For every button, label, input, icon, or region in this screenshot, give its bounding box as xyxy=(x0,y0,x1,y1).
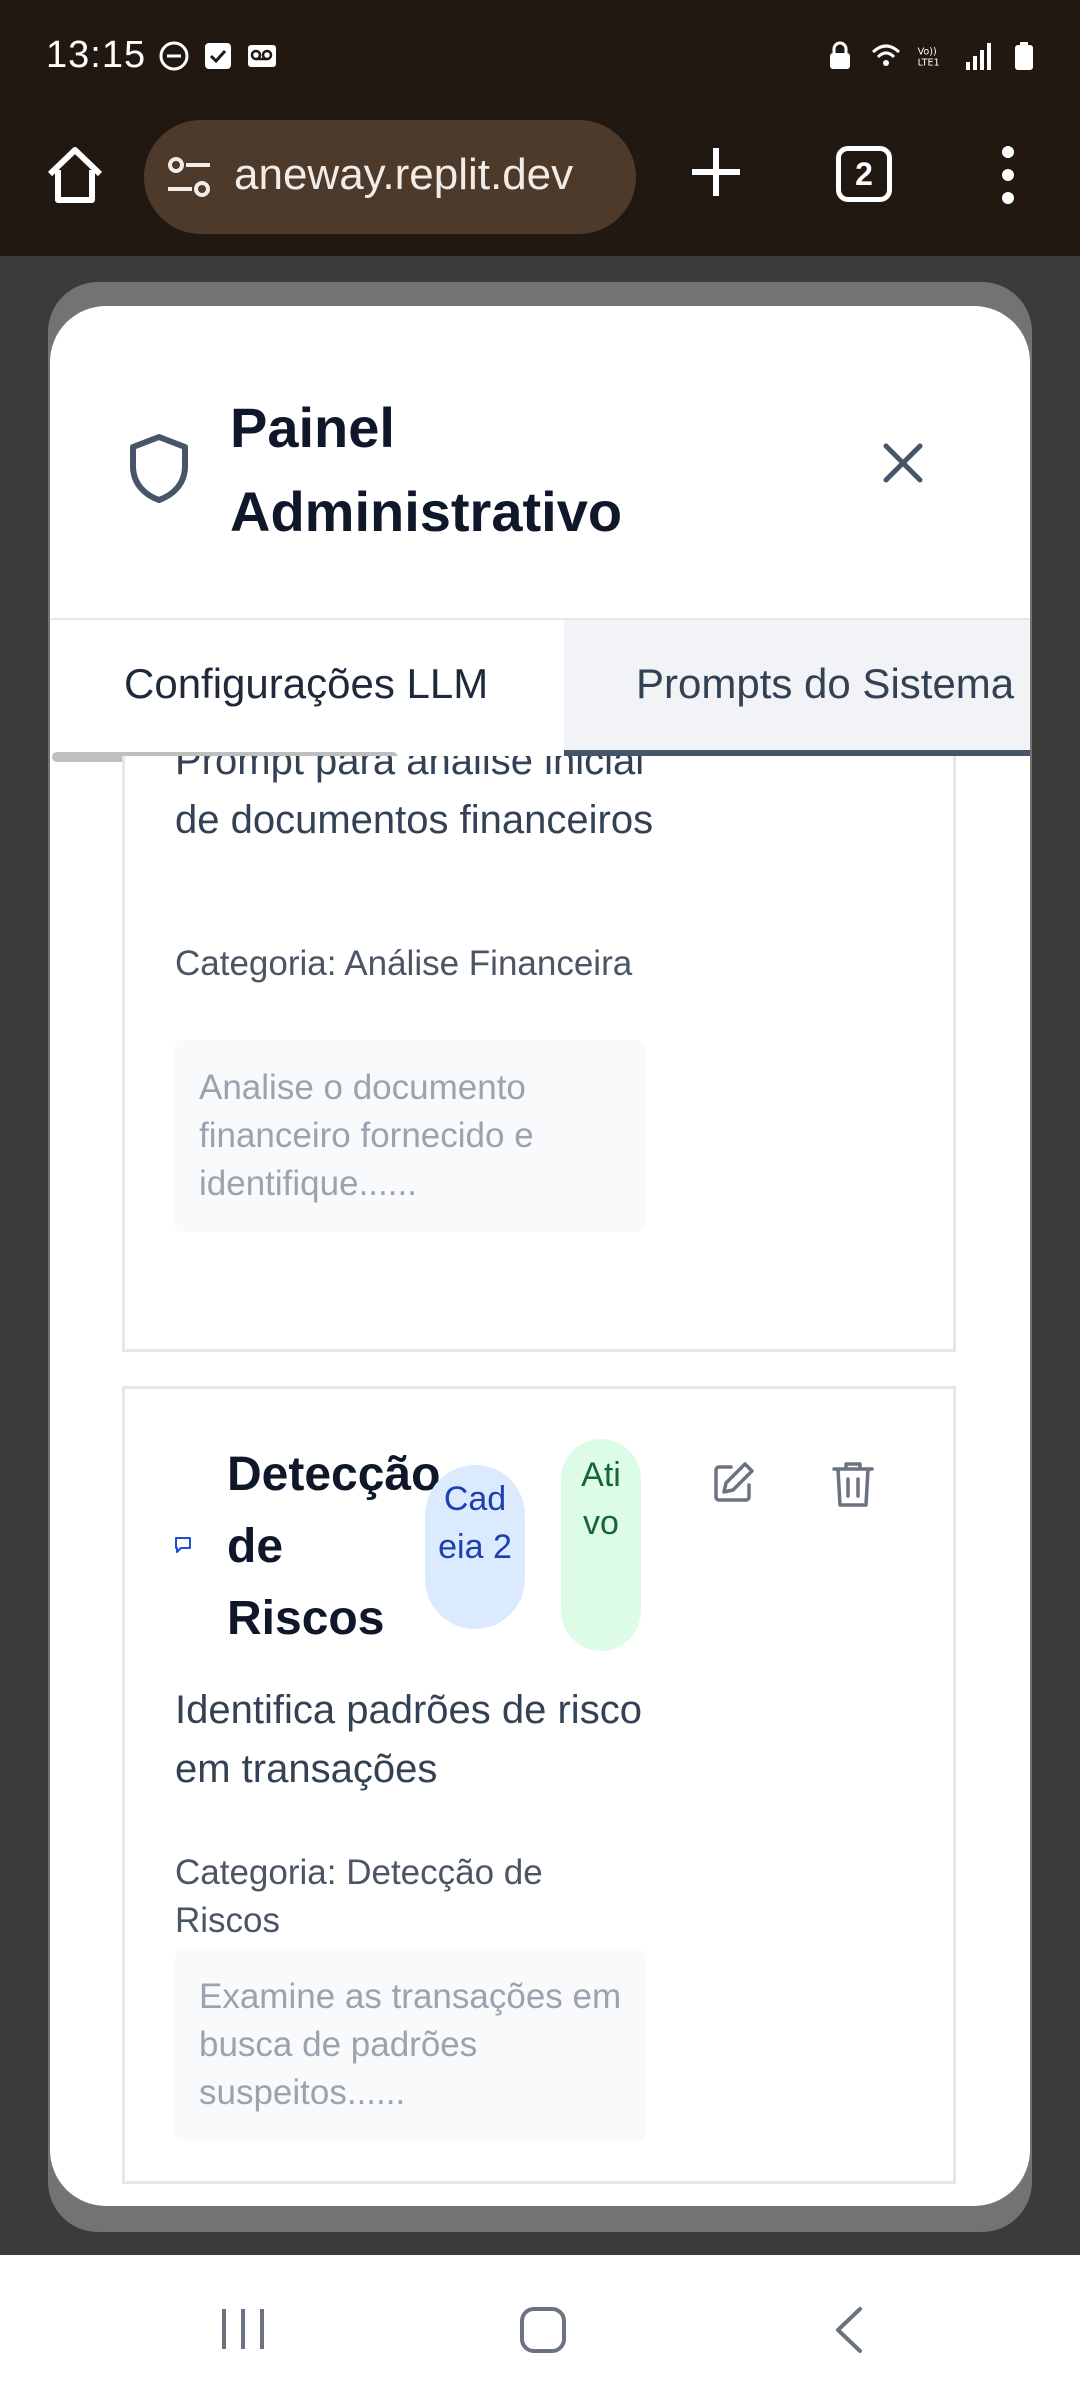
svg-text:LTE1: LTE1 xyxy=(918,58,940,69)
status-time: 13:15 xyxy=(46,34,147,76)
modal-header: Painel Administrativo xyxy=(50,306,1030,618)
home-icon[interactable] xyxy=(40,140,110,210)
home-nav-icon[interactable] xyxy=(518,2305,568,2355)
status-badge: Ativo xyxy=(561,1439,641,1651)
prompt-card: Prompt para análise inicial de documento… xyxy=(122,756,956,1352)
back-icon[interactable] xyxy=(830,2305,866,2355)
modal-title: Painel Administrativo xyxy=(230,396,623,543)
admin-modal: Painel Administrativo Configurações LLM … xyxy=(50,306,1030,2206)
shield-icon xyxy=(130,434,188,503)
page-content: Painel Administrativo Configurações LLM … xyxy=(0,256,1080,2255)
status-icons-left xyxy=(158,40,278,72)
prompt-category: Categoria: Análise Financeira xyxy=(175,944,633,983)
svg-text:Vo)): Vo)) xyxy=(918,46,937,57)
wifi-icon xyxy=(871,44,901,66)
prompt-preview-box: Examine as transações em busca de padrõe… xyxy=(175,1949,645,2141)
prompt-preview-text: Examine as transações em busca de padrõe… xyxy=(199,1977,622,2112)
do-not-disturb-icon xyxy=(159,41,189,71)
status-icons-right: Vo)) LTE1 xyxy=(824,40,1040,72)
prompt-list[interactable]: Prompt para análise inicial de documento… xyxy=(50,756,1030,2206)
message-square-icon xyxy=(175,1537,191,1553)
battery-icon xyxy=(1015,42,1033,70)
prompt-category: Categoria: Detecção de Riscos xyxy=(175,1853,543,1940)
system-navigation-bar xyxy=(0,2255,1080,2400)
prompt-card: Detecção de Riscos Cadeia 2 Ativo Identi… xyxy=(122,1386,956,2184)
tab-switcher-button[interactable]: 2 xyxy=(836,146,892,202)
prompt-description: Identifica padrões de risco em transaçõe… xyxy=(175,1688,642,1791)
prompt-description: Prompt para análise inicial de documento… xyxy=(175,756,654,842)
prompt-preview-text: Analise o documento financeiro fornecido… xyxy=(199,1068,534,1203)
tab-bar: Configurações LLM Prompts do Sistema xyxy=(50,618,1030,762)
status-bar: 13:15 Vo)) LTE1 xyxy=(0,0,1080,118)
signal-icon xyxy=(966,43,991,70)
tab-llm-config-label[interactable]: Configurações LLM xyxy=(124,660,488,708)
edit-icon[interactable] xyxy=(709,1459,757,1507)
chain-badge: Cadeia 2 xyxy=(425,1465,525,1629)
prompt-preview-box: Analise o documento financeiro fornecido… xyxy=(175,1040,645,1232)
new-tab-icon[interactable] xyxy=(684,140,748,204)
address-bar[interactable]: aneway.replit.dev xyxy=(144,120,636,234)
more-options-icon[interactable] xyxy=(992,140,1024,210)
voicemail-icon xyxy=(248,45,276,67)
recent-apps-icon[interactable] xyxy=(218,2305,268,2353)
close-icon[interactable] xyxy=(878,438,928,488)
prompt-title: Detecção de Riscos xyxy=(227,1448,441,1645)
lock-icon xyxy=(830,41,850,69)
url-text: aneway.replit.dev xyxy=(234,150,574,199)
tab-system-prompts-label[interactable]: Prompts do Sistema xyxy=(636,660,1014,708)
volte-lte-icon: Vo))LTE1 xyxy=(918,46,940,69)
trash-icon[interactable] xyxy=(831,1459,875,1509)
checkbox-icon xyxy=(205,43,231,69)
site-settings-icon[interactable] xyxy=(164,154,214,200)
browser-toolbar: aneway.replit.dev 2 xyxy=(0,118,1080,256)
